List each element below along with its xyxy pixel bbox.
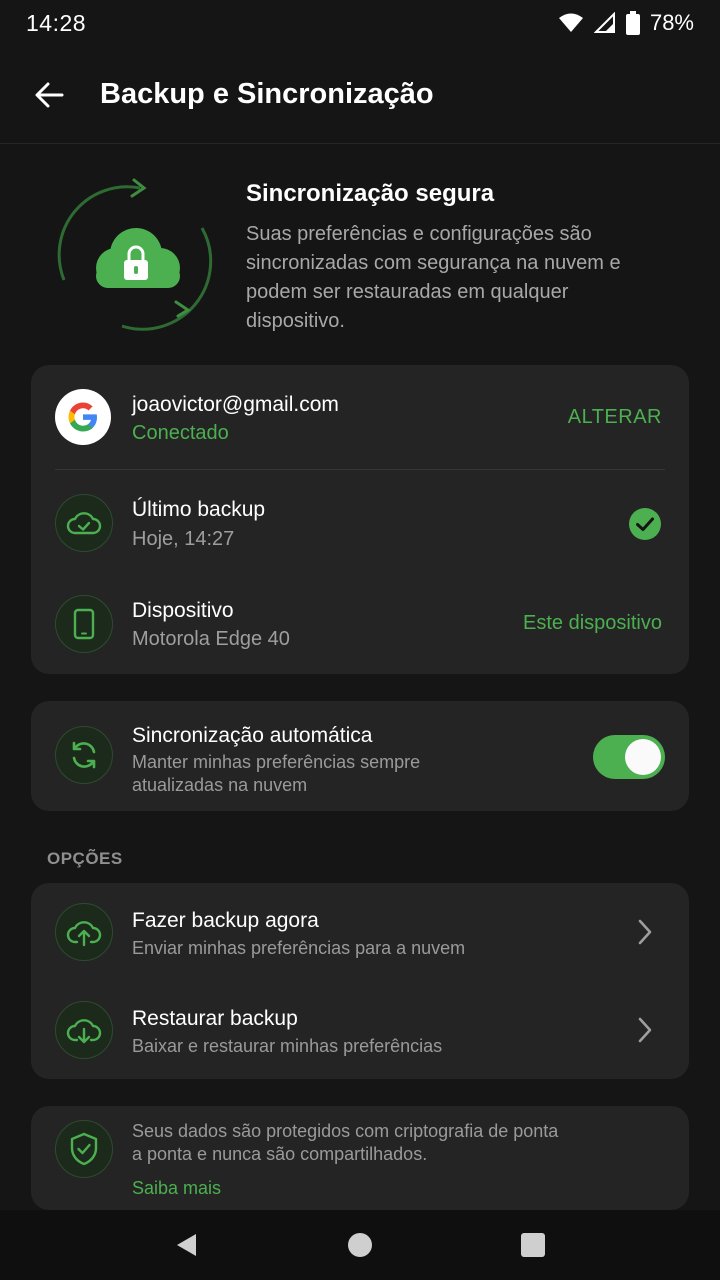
battery-percent: 78% [649,10,694,35]
security-note-line1: Seus dados são protegidos com criptograf… [132,1121,559,1141]
app-bar: Backup e Sincronização [0,46,720,144]
auto-sync-card: Sincronização automática Manter minhas p… [31,701,689,811]
backup-now-title: Fazer backup agora [132,909,319,932]
wifi-icon [558,13,583,32]
change-account-button[interactable]: ALTERAR [568,406,662,429]
nav-recents-icon[interactable] [520,1232,546,1258]
options-card: Fazer backup agora Enviar minhas preferê… [31,883,689,1079]
last-backup-value: Hoje, 14:27 [132,528,235,550]
auto-sync-description-line2: atualizadas na nuvem [132,775,308,795]
last-backup-title: Último backup [132,498,266,521]
options-section-label: OPÇÕES [47,849,123,868]
account-card: joaovictor@gmail.com Conectado ALTERAR Ú… [31,365,689,674]
account-status: Conectado [132,422,229,444]
backup-now-row[interactable]: Fazer backup agora Enviar minhas preferê… [31,883,689,981]
google-icon [55,389,111,445]
backup-now-subtitle: Enviar minhas preferências para a nuvem [132,938,466,958]
account-email: joaovictor@gmail.com [132,393,339,416]
device-row: Dispositivo Motorola Edge 40 Este dispos… [31,572,689,674]
toggle-knob [625,739,661,775]
back-button[interactable] [0,46,100,144]
auto-sync-description: Manter minhas preferências sempre atuali… [132,751,420,797]
arrow-left-icon [35,82,64,107]
learn-more-link[interactable]: Saiba mais [132,1178,221,1199]
restore-backup-row[interactable]: Restaurar backup Baixar e restaurar minh… [31,981,689,1079]
security-note-card: Seus dados são protegidos com criptograf… [31,1106,689,1210]
auto-sync-description-line1: Manter minhas preferências sempre [132,752,421,772]
status-icons: 78% [558,10,694,36]
restore-backup-subtitle: Baixar e restaurar minhas preferências [132,1036,443,1056]
page-title: Backup e Sincronização [100,78,434,110]
cloud-upload-icon [55,903,113,961]
system-nav-bar [0,1210,720,1280]
account-row: joaovictor@gmail.com Conectado ALTERAR [31,365,689,469]
auto-sync-title: Sincronização automática [132,724,373,747]
battery-icon [625,11,640,35]
signal-icon [593,12,615,33]
device-value: Motorola Edge 40 [132,628,290,650]
hero-section: Sincronização segura Suas preferências e… [0,168,720,338]
cloud-check-icon [55,494,113,552]
security-note-text: Seus dados são protegidos com criptograf… [132,1120,558,1166]
sync-icon [55,726,113,784]
hero-text: Sincronização segura Suas preferências e… [246,180,686,336]
shield-check-icon [55,1120,113,1178]
last-backup-row: Último backup Hoje, 14:27 [31,470,689,572]
hero-description: Suas preferências e configurações são si… [246,223,621,332]
nav-back-icon[interactable] [174,1232,200,1258]
restore-backup-title: Restaurar backup [132,1007,298,1030]
check-circle-icon [629,508,661,540]
device-title: Dispositivo [132,599,234,622]
cloud-lock-sync-icon [50,176,218,336]
cloud-download-icon [55,1001,113,1059]
this-device-label: Este dispositivo [523,612,662,634]
chevron-right-icon [638,1017,652,1043]
auto-sync-toggle[interactable] [593,735,665,779]
chevron-right-icon [638,919,652,945]
nav-home-icon[interactable] [347,1232,373,1258]
status-time: 14:28 [26,9,87,36]
smartphone-icon [55,595,113,653]
hero-title: Sincronização segura [246,180,495,207]
status-bar: 14:28 78% [0,0,720,46]
security-note-line2: a ponta e nunca são compartilhados. [132,1144,428,1164]
